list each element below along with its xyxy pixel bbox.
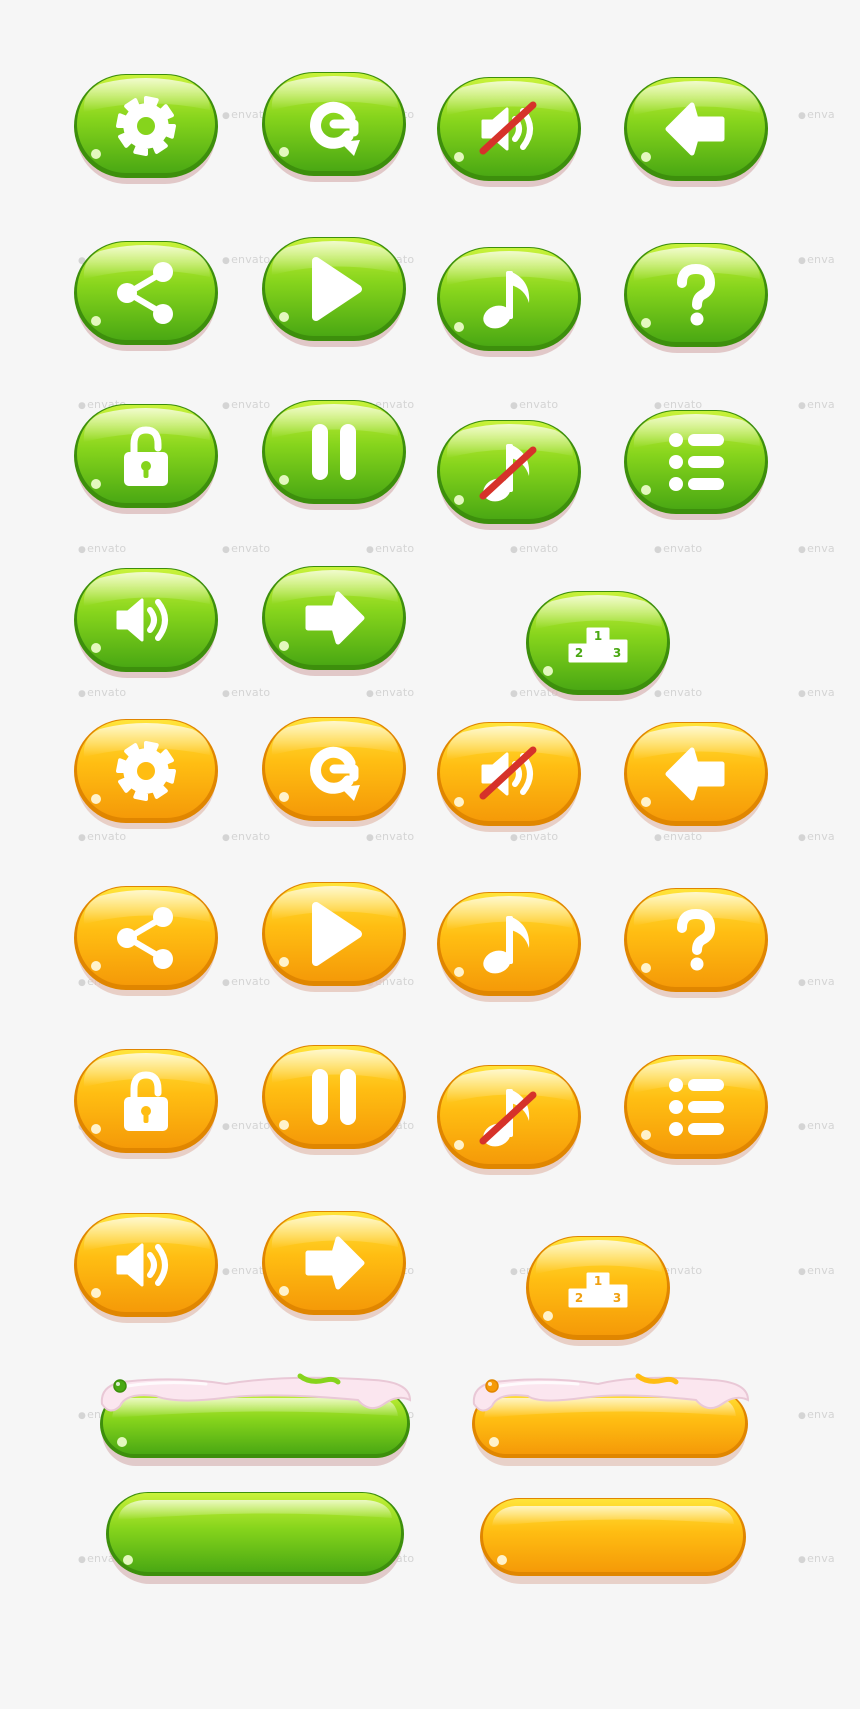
music-note-icon	[473, 908, 545, 980]
envato-watermark: ●enva	[798, 1408, 835, 1421]
restart-button-green[interactable]	[258, 68, 410, 182]
sound-off-button-green[interactable]	[433, 73, 585, 187]
envato-watermark: ●enva	[798, 398, 835, 411]
restart-button-orange[interactable]	[258, 713, 410, 827]
wide-button-background	[472, 1373, 750, 1466]
podium-label-3: 3	[613, 646, 621, 660]
share-icon	[110, 257, 182, 329]
envato-watermark: ●envato	[654, 542, 703, 555]
arrow-left-icon	[660, 93, 732, 165]
podium-label-1: 1	[594, 1274, 602, 1288]
wide-button-orange[interactable]	[476, 1494, 750, 1584]
menu-button-orange[interactable]	[620, 1051, 772, 1165]
arrow-left-icon	[660, 738, 732, 810]
leaderboard-button-green[interactable]: 1 2 3	[522, 587, 674, 701]
play-icon	[298, 253, 370, 325]
play-icon	[298, 898, 370, 970]
music-note-icon	[473, 263, 545, 335]
music-button-orange[interactable]	[433, 888, 585, 1002]
play-button-orange[interactable]	[258, 878, 410, 992]
envato-watermark: ●enva	[798, 830, 835, 843]
question-mark-icon	[660, 259, 732, 331]
envato-watermark: ●envato	[366, 686, 415, 699]
gear-icon	[110, 90, 182, 162]
envato-watermark: ●envato	[222, 830, 271, 843]
game-button-sheet: ●envato ●envato ●envato ●envato ●envato ●enva…	[0, 0, 860, 1709]
leaderboard-button-orange[interactable]: 1 2 3	[522, 1232, 674, 1346]
music-off-button-orange[interactable]	[433, 1061, 585, 1175]
back-button-green[interactable]	[620, 73, 772, 187]
envato-watermark: ●envato	[366, 830, 415, 843]
podium-icon: 1 2 3	[562, 607, 634, 679]
pause-button-green[interactable]	[258, 396, 410, 510]
wide-button-green[interactable]	[102, 1488, 408, 1584]
sound-off-icon	[473, 738, 545, 810]
envato-watermark: ●envato	[366, 542, 415, 555]
sound-on-button-green[interactable]	[70, 564, 222, 678]
speaker-icon	[110, 584, 182, 656]
envato-watermark: ●envato	[78, 542, 127, 555]
wide-button-orange-frosted[interactable]	[468, 1368, 752, 1466]
menu-button-green[interactable]	[620, 406, 772, 520]
next-button-orange[interactable]	[258, 1207, 410, 1321]
envato-watermark: ●enva	[798, 542, 835, 555]
next-button-green[interactable]	[258, 562, 410, 676]
wide-button-background	[480, 1498, 746, 1584]
envato-watermark: ●enva	[798, 108, 835, 121]
gear-icon	[110, 735, 182, 807]
sound-off-icon	[473, 93, 545, 165]
settings-button-orange[interactable]	[70, 715, 222, 829]
padlock-icon	[110, 1065, 182, 1137]
envato-watermark: ●enva	[798, 975, 835, 988]
music-off-icon	[473, 436, 545, 508]
lock-button-green[interactable]	[70, 400, 222, 514]
envato-watermark: ●envato	[222, 542, 271, 555]
pause-icon	[298, 416, 370, 488]
list-menu-icon	[660, 426, 732, 498]
question-mark-icon	[660, 904, 732, 976]
music-off-button-green[interactable]	[433, 416, 585, 530]
share-button-orange[interactable]	[70, 882, 222, 996]
sound-off-button-orange[interactable]	[433, 718, 585, 832]
envato-watermark: ●envato	[510, 542, 559, 555]
envato-watermark: ●envato	[78, 830, 127, 843]
envato-watermark: ●enva	[798, 1552, 835, 1565]
wide-button-background	[100, 1373, 412, 1466]
podium-label-2: 2	[575, 646, 583, 660]
share-button-green[interactable]	[70, 237, 222, 351]
help-button-green[interactable]	[620, 239, 772, 353]
envato-watermark: ●enva	[798, 1119, 835, 1132]
padlock-icon	[110, 420, 182, 492]
envato-watermark: ●envato	[222, 686, 271, 699]
music-button-green[interactable]	[433, 243, 585, 357]
podium-icon: 1 2 3	[562, 1252, 634, 1324]
share-icon	[110, 902, 182, 974]
list-menu-icon	[660, 1071, 732, 1143]
envato-watermark: ●enva	[798, 1264, 835, 1277]
settings-button-green[interactable]	[70, 70, 222, 184]
music-off-icon	[473, 1081, 545, 1153]
help-button-orange[interactable]	[620, 884, 772, 998]
wide-button-green-frosted[interactable]	[96, 1368, 414, 1466]
envato-watermark: ●enva	[798, 253, 835, 266]
wide-button-background	[106, 1492, 404, 1584]
podium-label-3: 3	[613, 1291, 621, 1305]
lock-button-orange[interactable]	[70, 1045, 222, 1159]
restart-icon	[298, 88, 370, 160]
envato-watermark: ●enva	[798, 686, 835, 699]
restart-icon	[298, 733, 370, 805]
back-button-orange[interactable]	[620, 718, 772, 832]
envato-watermark: ●envato	[510, 398, 559, 411]
envato-watermark: ●envato	[78, 686, 127, 699]
arrow-right-icon	[298, 1227, 370, 1299]
play-button-green[interactable]	[258, 233, 410, 347]
arrow-right-icon	[298, 582, 370, 654]
podium-label-1: 1	[594, 629, 602, 643]
pause-icon	[298, 1061, 370, 1133]
podium-label-2: 2	[575, 1291, 583, 1305]
sound-on-button-orange[interactable]	[70, 1209, 222, 1323]
pause-button-orange[interactable]	[258, 1041, 410, 1155]
speaker-icon	[110, 1229, 182, 1301]
